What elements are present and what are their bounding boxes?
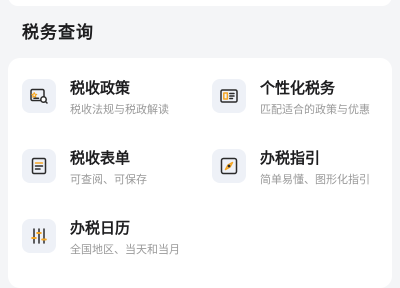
item-subtitle: 全国地区、当天和当月 bbox=[70, 243, 180, 256]
policy-search-icon bbox=[22, 79, 56, 113]
tax-query-card: 税收政策 税收法规与税政解读 个性化税务 匹配适合的政策与优惠 税收表单 可查阅… bbox=[8, 58, 392, 288]
menu-item-tax-calendar[interactable]: 办税日历 全国地区、当天和当月 bbox=[22, 216, 192, 266]
item-title: 个性化税务 bbox=[260, 79, 336, 97]
id-card-icon bbox=[212, 79, 246, 113]
item-title: 税收表单 bbox=[70, 149, 131, 167]
item-title: 办税日历 bbox=[70, 219, 131, 237]
menu-item-personalized-tax[interactable]: 个性化税务 匹配适合的政策与优惠 bbox=[212, 76, 382, 126]
menu-item-tax-forms[interactable]: 税收表单 可查阅、可保存 bbox=[22, 146, 192, 196]
item-subtitle: 简单易懂、图形化指引 bbox=[260, 173, 370, 186]
compass-icon bbox=[212, 149, 246, 183]
item-subtitle: 可查阅、可保存 bbox=[70, 173, 147, 186]
menu-item-tax-policy[interactable]: 税收政策 税收法规与税政解读 bbox=[22, 76, 192, 126]
sliders-icon bbox=[22, 219, 56, 253]
item-title: 税收政策 bbox=[70, 79, 131, 97]
section-title: 税务查询 bbox=[22, 23, 94, 43]
item-subtitle: 匹配适合的政策与优惠 bbox=[260, 103, 370, 116]
previous-card-edge bbox=[8, 0, 392, 6]
menu-item-tax-guide[interactable]: 办税指引 简单易懂、图形化指引 bbox=[212, 146, 382, 196]
item-title: 办税指引 bbox=[260, 149, 321, 167]
form-document-icon bbox=[22, 149, 56, 183]
item-subtitle: 税收法规与税政解读 bbox=[70, 103, 169, 116]
